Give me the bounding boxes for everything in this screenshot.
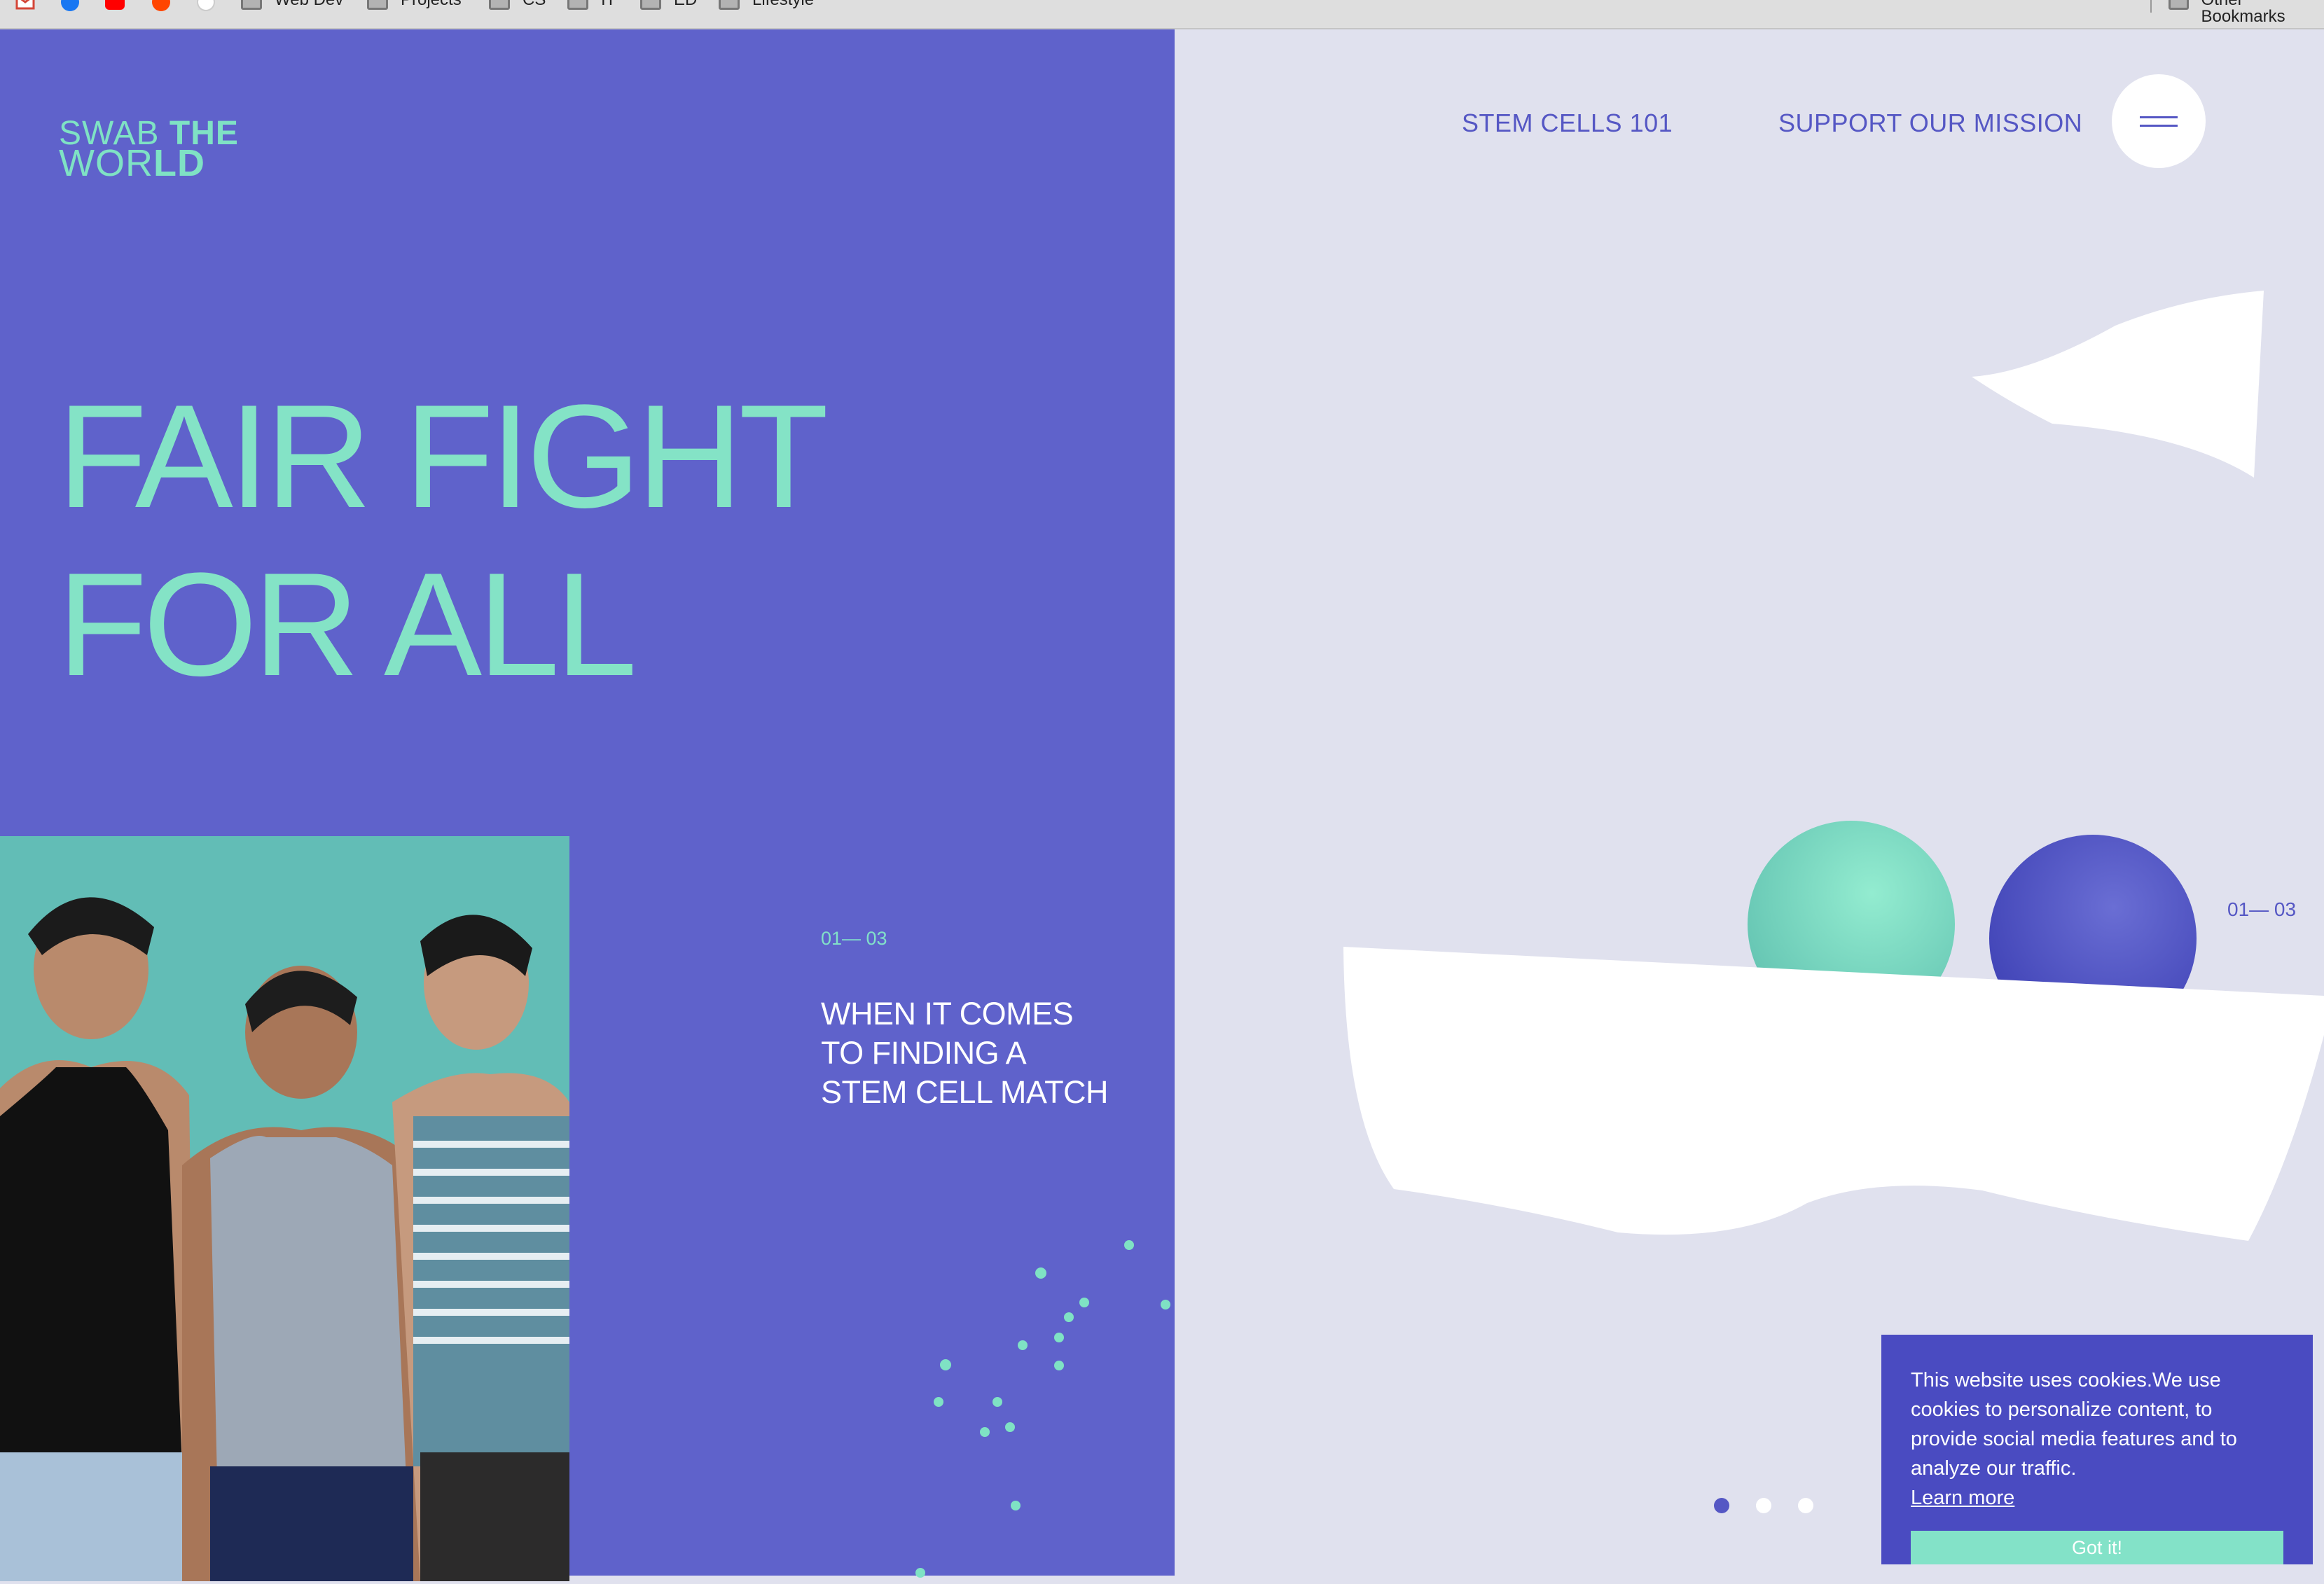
folder-icon	[2169, 0, 2189, 10]
bookmark-folder-it[interactable]: IT	[567, 0, 616, 10]
decorative-dots	[915, 1240, 1191, 1578]
logo-text: WOR	[59, 142, 153, 184]
hero-line-1: FAIR FIGHT	[57, 374, 829, 539]
bookmark-label: Projects	[401, 0, 462, 8]
folder-icon	[567, 0, 588, 10]
hero-left-panel: SWAB THE WORLD FAIR FIGHT FOR ALL 01— 03…	[0, 29, 1191, 1581]
pager-dot-3[interactable]	[1798, 1498, 1813, 1513]
bookmark-label: Lifestyle	[752, 0, 814, 8]
bookmark-folder-cs[interactable]: CS	[489, 0, 546, 10]
folder-icon	[367, 0, 388, 10]
bookmark-folder-projects[interactable]: Projects	[367, 0, 462, 10]
pager-dot-1[interactable]	[1714, 1498, 1729, 1513]
bookmark-folder-ed[interactable]: ED	[640, 0, 697, 10]
gmail-icon[interactable]	[15, 0, 35, 11]
cookie-banner: This website uses cookies.We use cookies…	[1881, 1335, 2313, 1564]
pager-dot-2[interactable]	[1756, 1498, 1771, 1513]
bookmarks-separator	[2150, 0, 2152, 13]
folder-icon	[640, 0, 661, 10]
folder-icon	[241, 0, 262, 10]
reddit-icon[interactable]	[151, 0, 171, 11]
bookmark-folder-lifestyle[interactable]: Lifestyle	[719, 0, 814, 10]
hero-photo	[0, 836, 569, 1581]
site-logo[interactable]: SWAB THE WORLD	[59, 117, 239, 183]
hero-line-2: FOR ALL	[57, 542, 637, 707]
cookie-text: This website uses cookies.We use cookies…	[1911, 1369, 2237, 1480]
facebook-icon[interactable]	[60, 0, 80, 11]
slide-counter-right: 01— 03	[2227, 898, 2297, 920]
nav-stem-cells-101[interactable]: STEM CELLS 101	[1462, 109, 1673, 138]
got-it-button[interactable]: Got it!	[1911, 1531, 2283, 1564]
bookmark-folder-webdev[interactable]: Web Dev	[241, 0, 343, 10]
folder-icon	[489, 0, 510, 10]
slide-caption: WHEN IT COMES TO FINDING A STEM CELL MAT…	[821, 996, 1109, 1110]
bookmark-folder-other[interactable]: Other Bookmarks	[2169, 0, 2324, 25]
nav-support-our-mission[interactable]: SUPPORT OUR MISSION	[1778, 109, 2082, 138]
bookmark-label: Web Dev	[275, 0, 343, 8]
hero-heading: FAIR FIGHT FOR ALL	[57, 373, 829, 709]
people-photo-illustration	[0, 836, 569, 1581]
learn-more-link[interactable]: Learn more	[1911, 1483, 2014, 1513]
bookmark-label: ED	[674, 0, 697, 8]
folder-icon	[719, 0, 740, 10]
youtube-icon[interactable]	[105, 0, 125, 11]
logo-text-bold: LD	[153, 142, 205, 184]
menu-button[interactable]	[2112, 74, 2206, 168]
github-icon[interactable]	[196, 0, 216, 11]
bookmark-label: IT	[601, 0, 616, 8]
bookmark-label: Other Bookmarks	[2201, 0, 2285, 26]
bookmarks-bar: Web Dev Projects CS IT ED Lifestyle Othe…	[0, 0, 2324, 29]
slide-counter: 01— 03	[821, 928, 887, 949]
bookmark-label: CS	[523, 0, 546, 8]
